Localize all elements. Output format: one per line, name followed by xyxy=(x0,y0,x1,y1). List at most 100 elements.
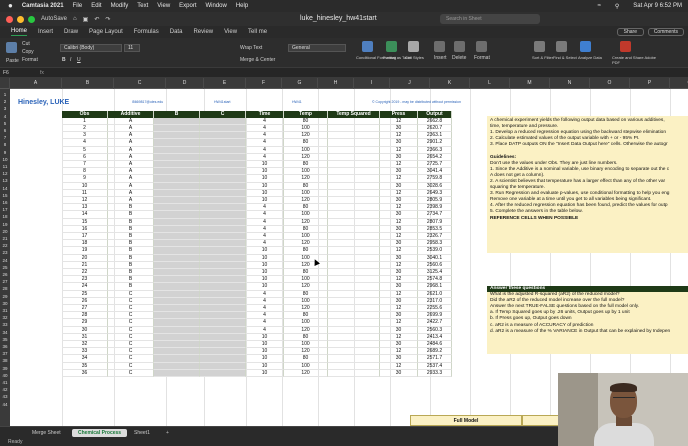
table-cell[interactable] xyxy=(200,283,246,291)
table-cell[interactable]: 80 xyxy=(284,139,328,147)
table-cell[interactable]: 22 xyxy=(62,269,108,277)
table-cell[interactable] xyxy=(154,269,200,277)
table-cell[interactable]: 12 xyxy=(380,276,418,284)
tab-draw[interactable]: Draw xyxy=(64,29,78,35)
table-cell[interactable]: 10 xyxy=(246,168,284,176)
table-cell[interactable]: 2255.6 xyxy=(418,305,452,313)
row-number[interactable]: 39 xyxy=(0,366,10,371)
close-window-button[interactable] xyxy=(6,15,13,23)
table-cell[interactable]: 80 xyxy=(284,117,328,125)
table-cell[interactable]: 12 xyxy=(380,175,418,183)
table-cell[interactable]: 9 xyxy=(62,175,108,183)
table-cell[interactable]: 10 xyxy=(246,369,284,377)
column-header[interactable]: F xyxy=(246,78,282,89)
table-cell[interactable]: 120 xyxy=(284,283,328,291)
table-cell[interactable]: 29 xyxy=(62,319,108,327)
table-cell[interactable]: 100 xyxy=(284,146,328,154)
table-cell[interactable]: 2 xyxy=(62,125,108,133)
table-cell[interactable]: 2326.7 xyxy=(418,233,452,241)
table-cell[interactable] xyxy=(154,305,200,313)
table-cell[interactable]: 30 xyxy=(380,254,418,262)
table-cell[interactable]: 120 xyxy=(284,132,328,140)
table-cell[interactable]: 30 xyxy=(380,225,418,233)
font-size-select[interactable]: 11 xyxy=(124,44,140,52)
tab-formulas[interactable]: Formulas xyxy=(134,29,159,35)
table-cell[interactable]: C xyxy=(108,355,154,363)
format-painter-button[interactable]: Format xyxy=(22,57,38,63)
table-cell[interactable]: 2807.9 xyxy=(418,218,452,226)
table-cell[interactable] xyxy=(328,305,380,313)
table-cell[interactable]: C xyxy=(108,369,154,377)
table-cell[interactable]: 10 xyxy=(246,283,284,291)
italic-button[interactable]: I xyxy=(70,57,71,63)
table-cell[interactable]: 2366.3 xyxy=(418,146,452,154)
table-cell[interactable] xyxy=(200,341,246,349)
row-number[interactable]: 42 xyxy=(0,387,10,392)
table-cell[interactable]: 12 xyxy=(380,362,418,370)
table-cell[interactable]: 30 xyxy=(380,341,418,349)
row-number[interactable]: 41 xyxy=(0,380,10,385)
table-cell[interactable]: 12 xyxy=(380,305,418,313)
table-cell[interactable]: 12 xyxy=(380,348,418,356)
table-cell[interactable]: 8 xyxy=(62,168,108,176)
table-cell[interactable]: 15 xyxy=(62,218,108,226)
table-header-cell[interactable]: Additive xyxy=(108,110,154,118)
row-number[interactable]: 38 xyxy=(0,358,10,363)
row-number[interactable]: 27 xyxy=(0,279,10,284)
table-cell[interactable] xyxy=(154,125,200,133)
zoom-window-button[interactable] xyxy=(28,15,35,23)
home-icon[interactable]: ⌂ xyxy=(73,16,77,22)
column-header[interactable]: Q xyxy=(670,78,688,89)
table-cell[interactable] xyxy=(328,261,380,269)
table-cell[interactable]: C xyxy=(108,326,154,334)
tab-page-layout[interactable]: Page Layout xyxy=(89,29,123,35)
table-cell[interactable]: 2537.4 xyxy=(418,362,452,370)
table-cell[interactable] xyxy=(154,326,200,334)
table-cell[interactable] xyxy=(200,182,246,190)
table-cell[interactable]: 2805.9 xyxy=(418,197,452,205)
instructions-box[interactable]: A chemical experiment yields the followi… xyxy=(487,116,688,253)
table-cell[interactable]: 2484.6 xyxy=(418,341,452,349)
menu-edit[interactable]: Edit xyxy=(91,3,101,9)
menu-help[interactable]: Help xyxy=(236,3,248,9)
table-cell[interactable]: 2560.6 xyxy=(418,261,452,269)
table-cell[interactable]: 10 xyxy=(246,175,284,183)
table-cell[interactable] xyxy=(154,161,200,169)
table-cell[interactable] xyxy=(200,211,246,219)
table-cell[interactable]: C xyxy=(108,348,154,356)
row-number[interactable]: 13 xyxy=(0,178,10,183)
table-cell[interactable]: 13 xyxy=(62,204,108,212)
table-cell[interactable]: 2853.5 xyxy=(418,225,452,233)
conditional-formatting-icon[interactable] xyxy=(362,41,373,52)
table-cell[interactable]: 4 xyxy=(62,139,108,147)
table-cell[interactable]: 26 xyxy=(62,297,108,305)
table-cell[interactable] xyxy=(200,247,246,255)
wrap-text-button[interactable]: Wrap Text xyxy=(240,45,262,51)
table-cell[interactable]: 30 xyxy=(380,139,418,147)
search-icon[interactable]: ⚲ xyxy=(615,3,619,10)
table-cell[interactable]: 100 xyxy=(284,341,328,349)
table-cell[interactable]: C xyxy=(108,297,154,305)
column-header[interactable]: G xyxy=(282,78,318,89)
table-cell[interactable]: 12 xyxy=(380,132,418,140)
table-cell[interactable] xyxy=(154,139,200,147)
table-cell[interactable] xyxy=(200,261,246,269)
paste-icon[interactable] xyxy=(6,42,17,53)
table-cell[interactable]: 2662.8 xyxy=(418,117,452,125)
table-cell[interactable] xyxy=(154,132,200,140)
row-number[interactable]: 43 xyxy=(0,394,10,399)
row-number[interactable]: 35 xyxy=(0,337,10,342)
table-cell[interactable] xyxy=(328,182,380,190)
table-cell[interactable]: C xyxy=(108,312,154,320)
table-cell[interactable] xyxy=(328,362,380,370)
table-cell[interactable]: C xyxy=(108,290,154,298)
table-cell[interactable]: 120 xyxy=(284,369,328,377)
minimize-window-button[interactable] xyxy=(17,15,24,23)
table-cell[interactable]: B xyxy=(108,283,154,291)
table-cell[interactable]: 31 xyxy=(62,333,108,341)
table-cell[interactable] xyxy=(200,290,246,298)
table-cell[interactable]: 100 xyxy=(284,168,328,176)
sheet-tab-sheet1[interactable]: Sheet1 xyxy=(128,429,156,437)
table-cell[interactable]: 30 xyxy=(380,182,418,190)
table-cell[interactable]: 2539.0 xyxy=(418,247,452,255)
